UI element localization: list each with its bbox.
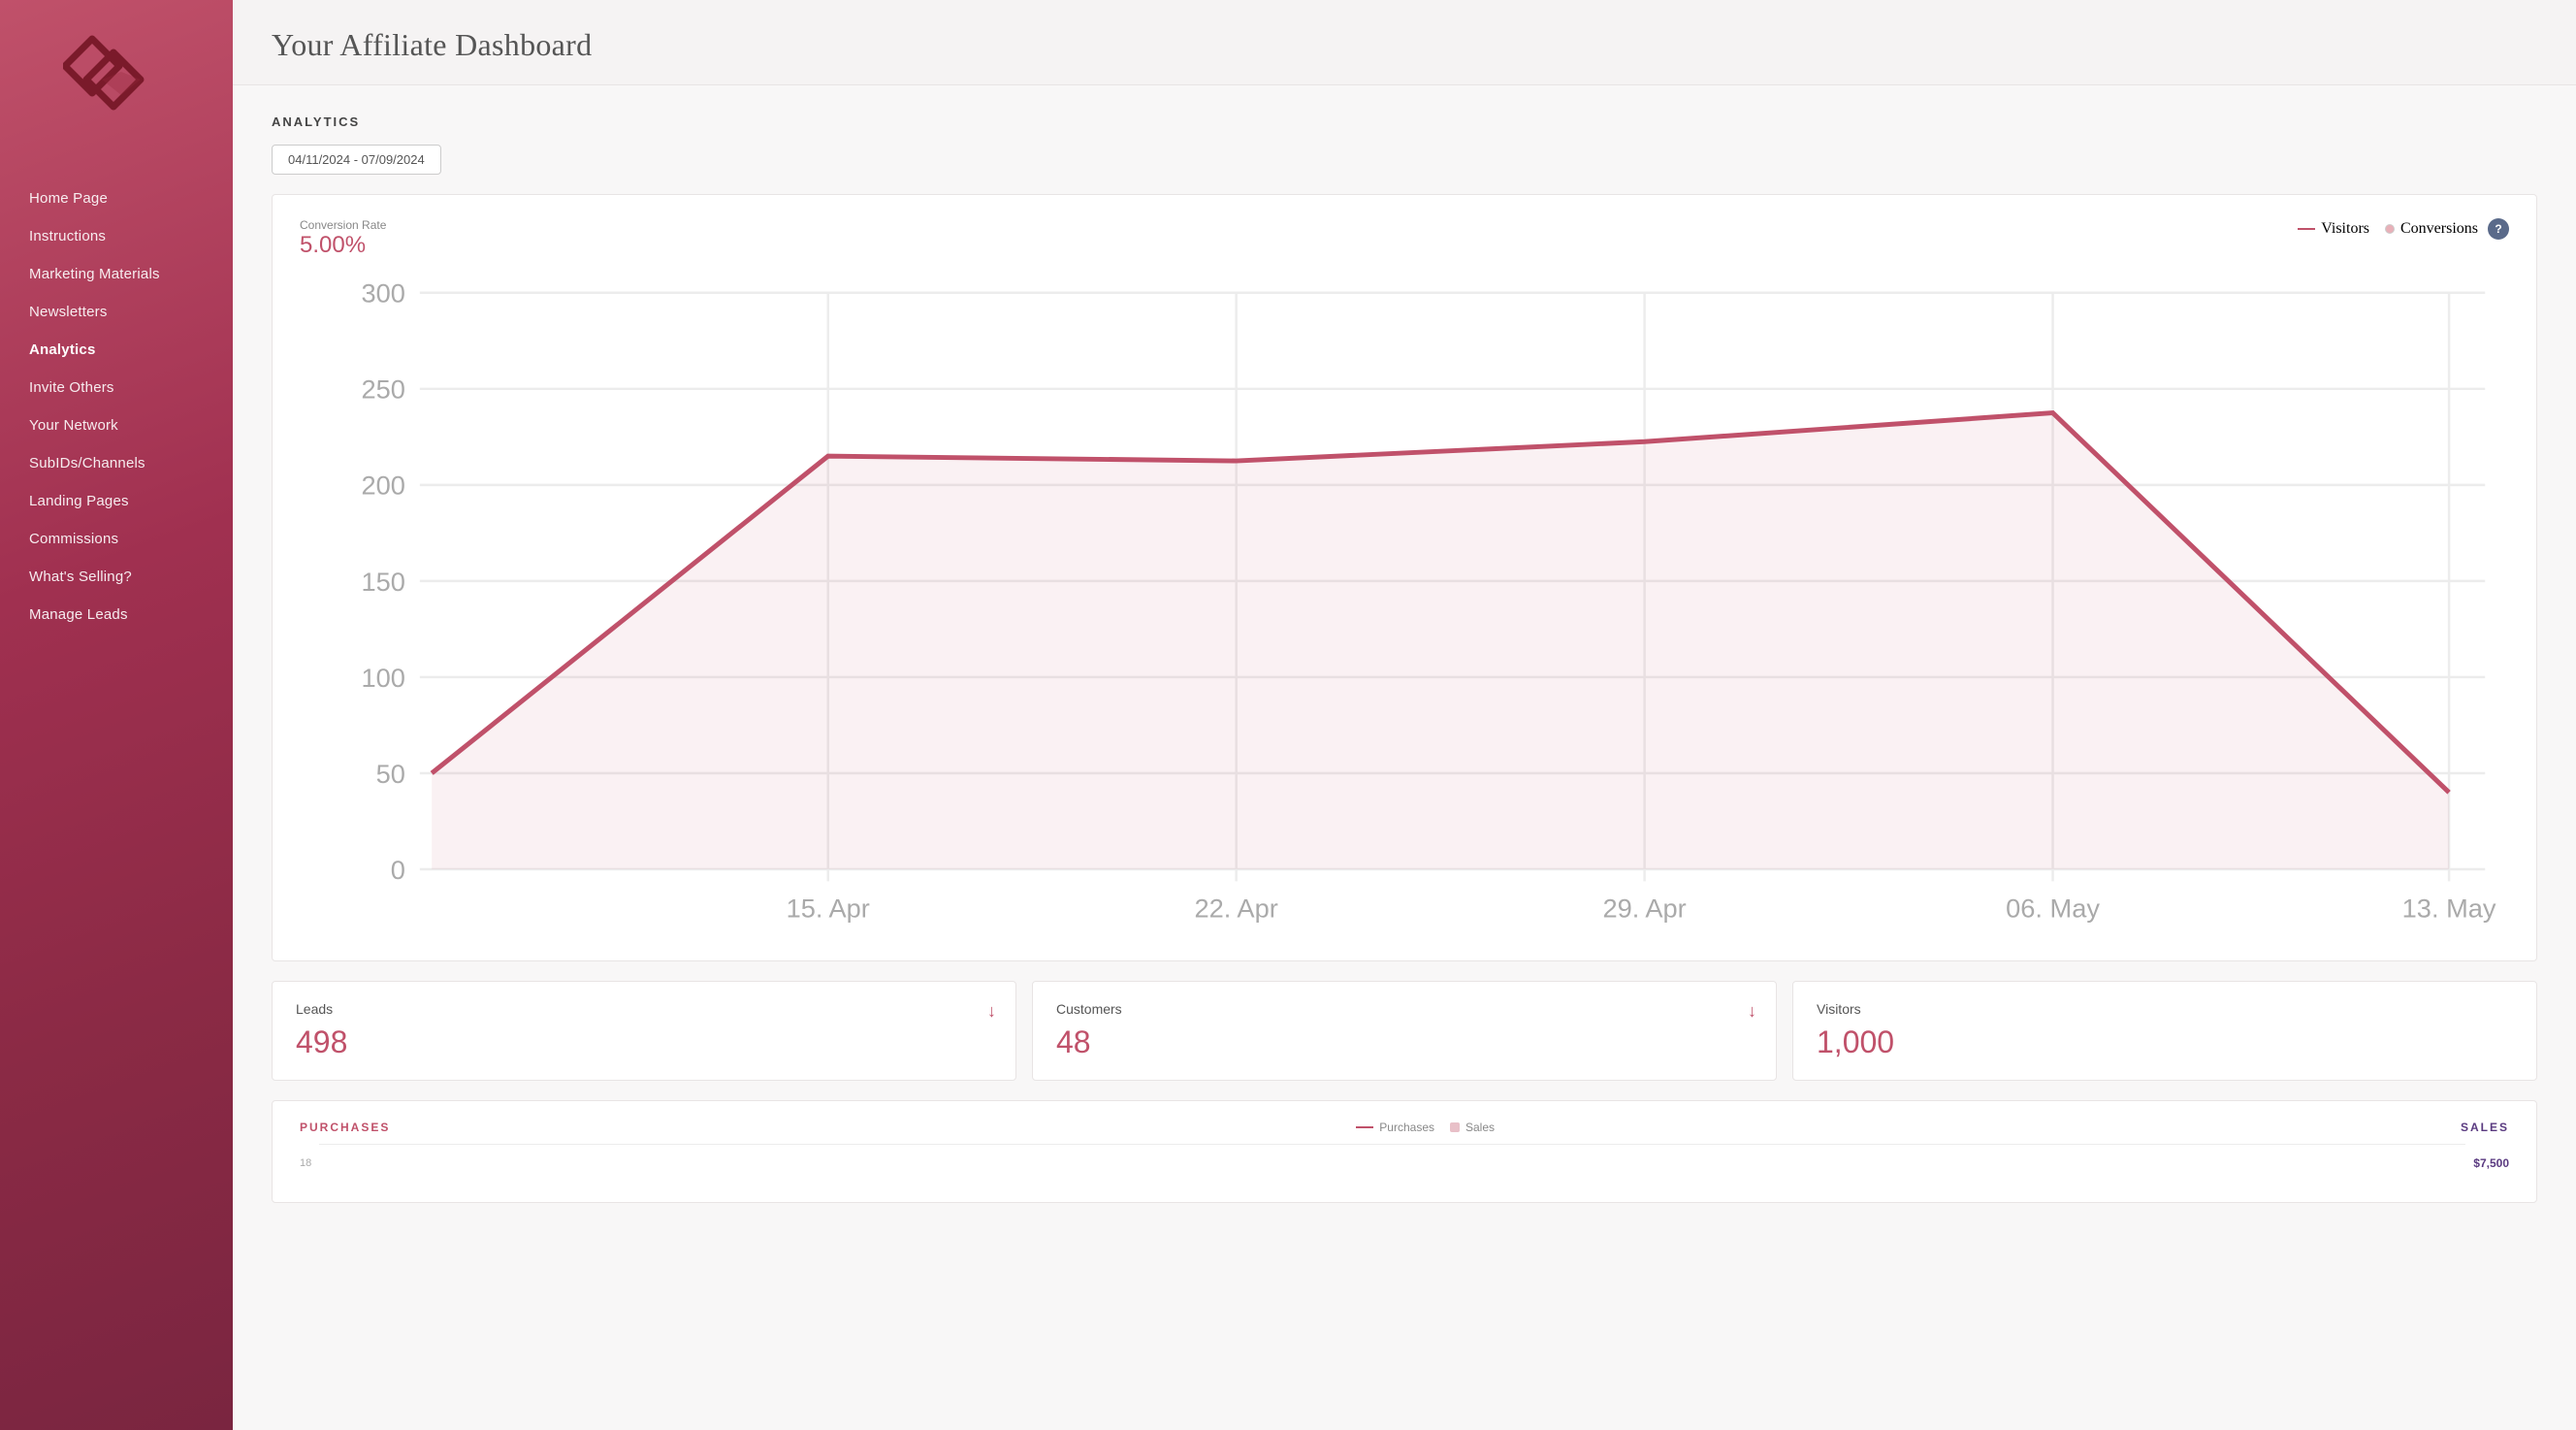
sidebar-item-instructions[interactable]: Instructions — [0, 217, 233, 255]
svg-text:150: 150 — [362, 567, 405, 597]
visitors-label: Visitors — [1817, 1001, 2513, 1017]
svg-text:200: 200 — [362, 471, 405, 501]
visitors-chart: 300 250 200 150 100 50 0 15. Apr — [300, 269, 2509, 941]
customers-download-icon[interactable]: ↓ — [1748, 1001, 1756, 1022]
analytics-section-title: ANALYTICS — [272, 114, 2537, 129]
chart-legend: Visitors Conversions ? — [2298, 218, 2509, 240]
legend-purchases-line — [1356, 1126, 1373, 1128]
sidebar-item-subids-channels[interactable]: SubIDs/Channels — [0, 444, 233, 482]
svg-text:100: 100 — [362, 663, 405, 693]
sidebar-item-analytics[interactable]: Analytics — [0, 331, 233, 369]
svg-text:50: 50 — [376, 759, 405, 789]
main-header: Your Affiliate Dashboard — [233, 0, 2576, 85]
sidebar-item-newsletters[interactable]: Newsletters — [0, 293, 233, 331]
sales-value: $7,500 — [2473, 1156, 2509, 1170]
conversion-rate-label: Conversion Rate — [300, 218, 386, 232]
legend-purchases-label: Purchases — [1379, 1121, 1434, 1134]
sidebar-item-your-network[interactable]: Your Network — [0, 406, 233, 444]
purchases-chart-card: PURCHASES Purchases Sales SALES 18 $7,50… — [272, 1100, 2537, 1203]
sales-title: SALES — [2461, 1121, 2509, 1134]
svg-text:15. Apr: 15. Apr — [787, 894, 870, 924]
purchases-title: PURCHASES — [300, 1121, 390, 1134]
svg-text:06. May: 06. May — [2006, 894, 2100, 924]
purchases-legend: Purchases Sales — [1356, 1121, 1495, 1134]
legend-sales-item: Sales — [1450, 1121, 1495, 1134]
customers-label: Customers — [1056, 1001, 1753, 1017]
svg-text:29. Apr: 29. Apr — [1602, 894, 1686, 924]
leads-label: Leads — [296, 1001, 992, 1017]
sidebar-nav: Home PageInstructionsMarketing Materials… — [0, 179, 233, 634]
leads-value: 498 — [296, 1024, 992, 1060]
sidebar: Home PageInstructionsMarketing Materials… — [0, 0, 233, 1430]
svg-text:300: 300 — [362, 278, 405, 309]
sidebar-item-landing-pages[interactable]: Landing Pages — [0, 482, 233, 520]
legend-conversions: Conversions — [2385, 220, 2478, 238]
analytics-chart-card: Conversion Rate 5.00% Visitors Conversio… — [272, 194, 2537, 961]
help-icon[interactable]: ? — [2488, 218, 2509, 240]
conversion-rate-value: 5.00% — [300, 232, 386, 259]
stat-card-leads: ↓ Leads 498 — [272, 981, 1016, 1081]
svg-text:13. May: 13. May — [2402, 894, 2496, 924]
sidebar-item-invite-others[interactable]: Invite Others — [0, 369, 233, 406]
purchases-chart-area — [319, 1144, 2465, 1183]
legend-purchases-item: Purchases — [1356, 1121, 1434, 1134]
svg-text:0: 0 — [391, 855, 405, 885]
date-range-button[interactable]: 04/11/2024 - 07/09/2024 — [272, 145, 441, 175]
svg-text:22. Apr: 22. Apr — [1195, 894, 1278, 924]
leads-download-icon[interactable]: ↓ — [987, 1001, 996, 1022]
purchases-y-max: 18 — [300, 1157, 311, 1169]
sidebar-item-marketing-materials[interactable]: Marketing Materials — [0, 255, 233, 293]
purchases-header: PURCHASES Purchases Sales SALES — [300, 1121, 2509, 1134]
sidebar-item-home-page[interactable]: Home Page — [0, 179, 233, 217]
legend-sales-label: Sales — [1465, 1121, 1495, 1134]
sidebar-item-whats-selling[interactable]: What's Selling? — [0, 558, 233, 596]
stat-card-visitors: Visitors 1,000 — [1792, 981, 2537, 1081]
page-title: Your Affiliate Dashboard — [272, 27, 2537, 63]
legend-visitors-line — [2298, 228, 2315, 230]
stat-card-customers: ↓ Customers 48 — [1032, 981, 1777, 1081]
main-content: ANALYTICS 04/11/2024 - 07/09/2024 Conver… — [233, 85, 2576, 1430]
legend-conversions-label: Conversions — [2400, 220, 2478, 238]
main-content-area: Your Affiliate Dashboard ANALYTICS 04/11… — [233, 0, 2576, 1430]
logo — [63, 29, 170, 141]
purchases-y-top: 18 $7,500 — [300, 1144, 2509, 1183]
legend-visitors: Visitors — [2298, 220, 2369, 238]
chart-header: Conversion Rate 5.00% Visitors Conversio… — [300, 218, 2509, 259]
stats-row: ↓ Leads 498 ↓ Customers 48 Visitors 1,00… — [272, 981, 2537, 1081]
svg-text:250: 250 — [362, 374, 405, 405]
chart-header-left: Conversion Rate 5.00% — [300, 218, 386, 259]
legend-sales-dot — [1450, 1122, 1460, 1132]
sidebar-item-manage-leads[interactable]: Manage Leads — [0, 596, 233, 634]
sidebar-item-commissions[interactable]: Commissions — [0, 520, 233, 558]
visitors-value: 1,000 — [1817, 1024, 2513, 1060]
customers-value: 48 — [1056, 1024, 1753, 1060]
legend-visitors-label: Visitors — [2321, 220, 2369, 238]
legend-conversions-dot — [2385, 224, 2395, 234]
